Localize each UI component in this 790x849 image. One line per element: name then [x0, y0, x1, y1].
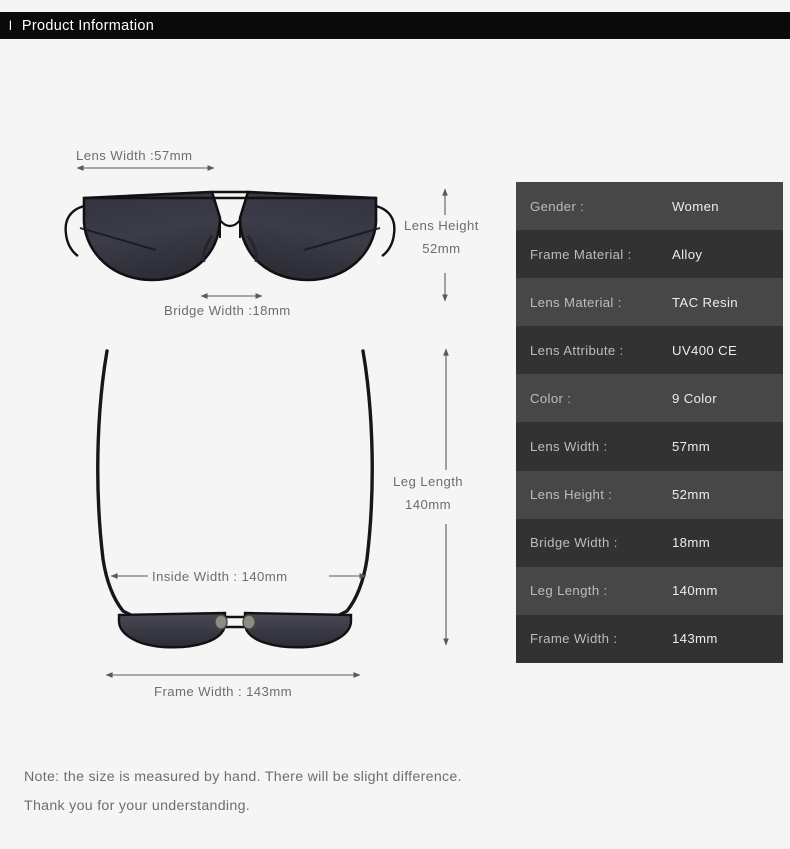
spec-value: 57mm: [672, 439, 711, 455]
sunglasses-front-view-illustration: [64, 190, 396, 282]
spec-value: 52mm: [672, 487, 711, 503]
dimension-label-lens-width: Lens Width :57mm: [76, 148, 193, 163]
spec-label: Frame Material :: [530, 246, 632, 262]
spec-label: Bridge Width :: [530, 535, 618, 551]
table-row: Lens Width : 57mm: [516, 422, 783, 471]
dimension-label-leg-length-line1: Leg Length: [393, 474, 464, 489]
measurement-note-line1: Note: the size is measured by hand. Ther…: [24, 769, 462, 785]
table-row: Gender : Women: [516, 182, 783, 231]
dimension-label-leg-length: Leg Length 140mm: [393, 474, 463, 512]
spec-value: TAC Resin: [672, 294, 738, 310]
header-tick-icon: l: [9, 18, 12, 33]
table-row: Color : 9 Color: [516, 374, 783, 423]
spec-label: Lens Attribute :: [530, 342, 624, 358]
dimension-label-inside-width: Inside Width : 140mm: [152, 569, 288, 584]
table-row: Bridge Width : 18mm: [516, 518, 783, 567]
table-row: Frame Width : 143mm: [516, 614, 783, 663]
spec-value: 9 Color: [672, 390, 717, 406]
sunglasses-top-view-illustration: [96, 349, 374, 649]
table-row: Lens Attribute : UV400 CE: [516, 326, 783, 375]
dimension-label-bridge-width: Bridge Width :18mm: [164, 303, 291, 318]
dimension-label-lens-height: Lens Height 52mm: [404, 218, 479, 256]
spec-label: Color :: [530, 390, 572, 406]
spec-value: 140mm: [672, 583, 718, 599]
measurement-note: Note: the size is measured by hand. Ther…: [24, 763, 462, 821]
dimension-label-lens-height-line1: Lens Height: [404, 218, 479, 233]
table-row: Frame Material : Alloy: [516, 230, 783, 279]
spec-value: 143mm: [672, 631, 718, 647]
page-title: Product Information: [21, 17, 155, 34]
product-specification-table: Gender : Women Frame Material : Alloy Lens M…: [516, 182, 783, 663]
spec-label: Frame Width :: [530, 631, 618, 647]
table-row: Lens Material : TAC Resin: [516, 278, 783, 327]
measurement-note-line2: Thank you for your understanding.: [24, 798, 250, 814]
dimension-label-frame-width: Frame Width : 143mm: [154, 684, 293, 699]
spec-value: UV400 CE: [672, 342, 738, 358]
spec-value: 18mm: [672, 535, 711, 551]
dimension-label-leg-length-line2: 140mm: [405, 497, 451, 512]
spec-value: Alloy: [672, 246, 703, 262]
table-row: Leg Length : 140mm: [516, 566, 783, 615]
dimension-label-lens-height-line2: 52mm: [422, 241, 461, 256]
spec-label: Lens Width :: [530, 439, 608, 455]
table-row: Lens Height : 52mm: [516, 470, 783, 519]
spec-label: Lens Material :: [530, 294, 622, 310]
spec-value: Women: [672, 198, 719, 214]
page-header: l Product Information: [0, 12, 790, 39]
spec-label: Lens Height :: [530, 487, 613, 503]
spec-label: Gender :: [530, 198, 585, 214]
spec-label: Leg Length :: [530, 583, 608, 599]
